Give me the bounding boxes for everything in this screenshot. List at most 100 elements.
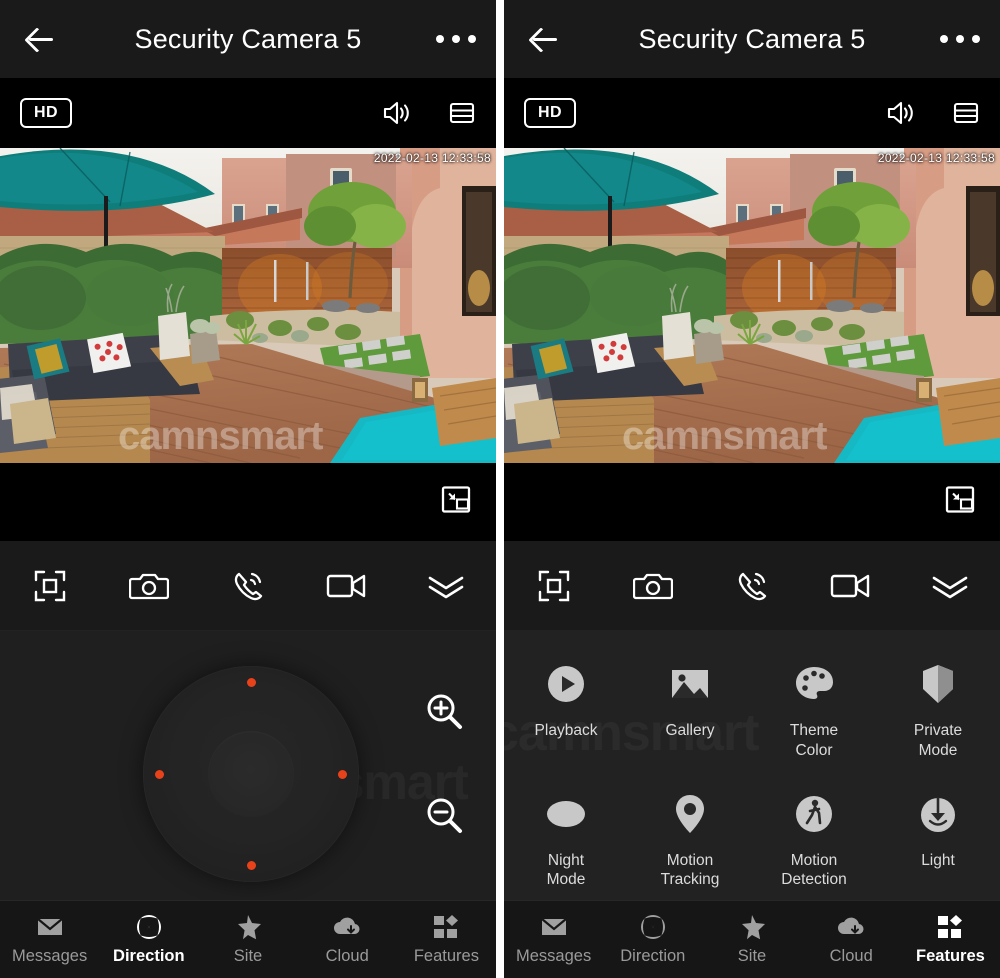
zoom-out-icon[interactable] [422, 793, 466, 837]
feature-label: Motion Tracking [661, 851, 720, 891]
speaker-icon[interactable] [382, 100, 412, 126]
camera-icon[interactable] [119, 556, 179, 616]
fullscreen-focus-icon[interactable] [524, 556, 584, 616]
camera-icon[interactable] [623, 556, 683, 616]
feature-label-text: Playback [534, 722, 598, 739]
more-options-icon[interactable] [436, 35, 476, 43]
nav-item-direction[interactable]: Direction [99, 914, 198, 966]
grid-apps-icon [433, 914, 459, 940]
feature-label: Night Mode [547, 851, 586, 891]
nav-item-features[interactable]: Features [397, 914, 496, 966]
play-circle-icon [545, 661, 587, 707]
nav-item-messages[interactable]: Messages [0, 914, 99, 966]
layout-list-icon[interactable] [952, 100, 980, 126]
nav-item-messages[interactable]: Messages [504, 914, 603, 966]
feature-label-line1: Light [921, 851, 955, 869]
feature-label-line2: Mode [918, 741, 958, 759]
feature-private-mode[interactable]: Private Mode [876, 649, 1000, 761]
envelope-icon [36, 914, 64, 940]
hd-quality-badge[interactable]: HD [20, 98, 73, 128]
app-header: Security Camera 5 [504, 0, 1000, 78]
double-chevron-down-icon[interactable] [920, 556, 980, 616]
nav-item-direction[interactable]: Direction [603, 914, 702, 966]
feature-label-line1: Motion [666, 851, 714, 869]
features-row-1: Playback Gallery Theme Color Private Mod… [504, 649, 1000, 761]
feature-theme-color[interactable]: Theme Color [752, 649, 876, 761]
stream-quality-bar: HD [504, 78, 1000, 148]
ptz-dial-center[interactable] [208, 731, 294, 817]
bottom-navigation-left: Messages Direction Site Cloud Features [0, 900, 496, 978]
feature-label-text: Gallery [665, 722, 715, 739]
feature-label-line1: Night [547, 851, 585, 869]
camera-control-toolbar [0, 541, 496, 631]
feature-label-line2: Mode [546, 871, 586, 889]
video-camera-icon[interactable] [317, 556, 377, 616]
feature-motion-detection[interactable]: Motion Detection [752, 779, 876, 891]
nav-item-site[interactable]: Site [198, 914, 297, 966]
nav-item-features[interactable]: Features [901, 914, 1000, 966]
grid-apps-icon [937, 914, 963, 940]
nav-item-cloud[interactable]: Cloud [298, 914, 397, 966]
more-options-icon[interactable] [940, 35, 980, 43]
left-panel-direction-view: Security Camera 5 HD 2022-02-13 12:33:58… [0, 0, 496, 978]
phone-call-icon[interactable] [722, 556, 782, 616]
stream-quality-bar: HD [0, 78, 496, 148]
ptz-direction-dial[interactable] [143, 666, 359, 882]
ptz-dot-left[interactable] [155, 769, 164, 779]
app-header: Security Camera 5 [0, 0, 496, 78]
features-row-2: Night Mode Motion Tracking Motion Detect… [504, 779, 1000, 891]
fullscreen-focus-icon[interactable] [20, 556, 80, 616]
panel-divider [496, 0, 504, 978]
feature-label-line1: Motion [790, 851, 838, 869]
feature-label: Light [921, 851, 955, 871]
nav-label: Direction [620, 946, 686, 965]
phone-call-icon[interactable] [218, 556, 278, 616]
nav-item-cloud[interactable]: Cloud [802, 914, 901, 966]
feature-motion-tracking[interactable]: Motion Tracking [628, 779, 752, 891]
video-timestamp: 2022-02-13 12:33:58 [373, 151, 491, 165]
nav-label: Site [233, 946, 263, 965]
ptz-dot-down[interactable] [246, 861, 256, 870]
picture-in-picture-icon[interactable] [440, 485, 472, 520]
page-title: Security Camera 5 [134, 23, 362, 54]
nav-label: Messages [12, 946, 88, 965]
back-arrow-icon[interactable] [524, 19, 564, 59]
ptz-dot-right[interactable] [338, 769, 347, 779]
lamp-icon [917, 791, 959, 837]
zoom-in-icon[interactable] [422, 689, 466, 733]
nav-label: Direction [113, 946, 185, 965]
star-icon [234, 914, 262, 940]
feature-night-mode[interactable]: Night Mode [504, 779, 628, 891]
feature-label: Playback [535, 721, 598, 741]
live-video-feed[interactable]: 2022-02-13 12:33:58 camnsmart [504, 148, 1000, 463]
feature-label-line1: Theme [789, 722, 839, 739]
nav-label: Cloud [829, 946, 873, 965]
page-title: Security Camera 5 [638, 23, 866, 54]
nav-item-site[interactable]: Site [702, 914, 801, 966]
video-camera-icon[interactable] [821, 556, 881, 616]
right-panel-features-view: Security Camera 5 HD 2022-02-13 12:33:58… [504, 0, 1000, 978]
hd-quality-badge[interactable]: HD [524, 98, 577, 128]
direction-cross-icon [640, 914, 666, 940]
speaker-icon[interactable] [886, 100, 916, 126]
feature-label: Motion Detection [781, 851, 846, 891]
camera-control-toolbar [504, 541, 1000, 631]
bottom-navigation-right: Messages Direction Site Cloud Features [504, 900, 1000, 978]
picture-in-picture-icon[interactable] [944, 485, 976, 520]
feature-light[interactable]: Light [876, 779, 1000, 891]
feature-label-line2: Detection [781, 871, 847, 889]
layout-list-icon[interactable] [448, 100, 476, 126]
feature-playback[interactable]: Playback [504, 649, 628, 761]
feature-label: Gallery [665, 721, 714, 741]
back-arrow-icon[interactable] [20, 19, 60, 59]
dual-panel-screenshot: Security Camera 5 HD 2022-02-13 12:33:58… [0, 0, 1000, 978]
double-chevron-down-icon[interactable] [416, 556, 476, 616]
nav-label: Messages [516, 946, 592, 965]
cloud-download-icon [332, 914, 362, 940]
shield-icon [921, 661, 955, 707]
nav-label: Cloud [325, 946, 369, 965]
feature-gallery[interactable]: Gallery [628, 649, 752, 761]
ptz-dot-up[interactable] [246, 678, 256, 687]
live-video-feed[interactable]: 2022-02-13 12:33:58 camnsmart [0, 148, 496, 463]
feature-label: Theme Color [790, 721, 838, 761]
